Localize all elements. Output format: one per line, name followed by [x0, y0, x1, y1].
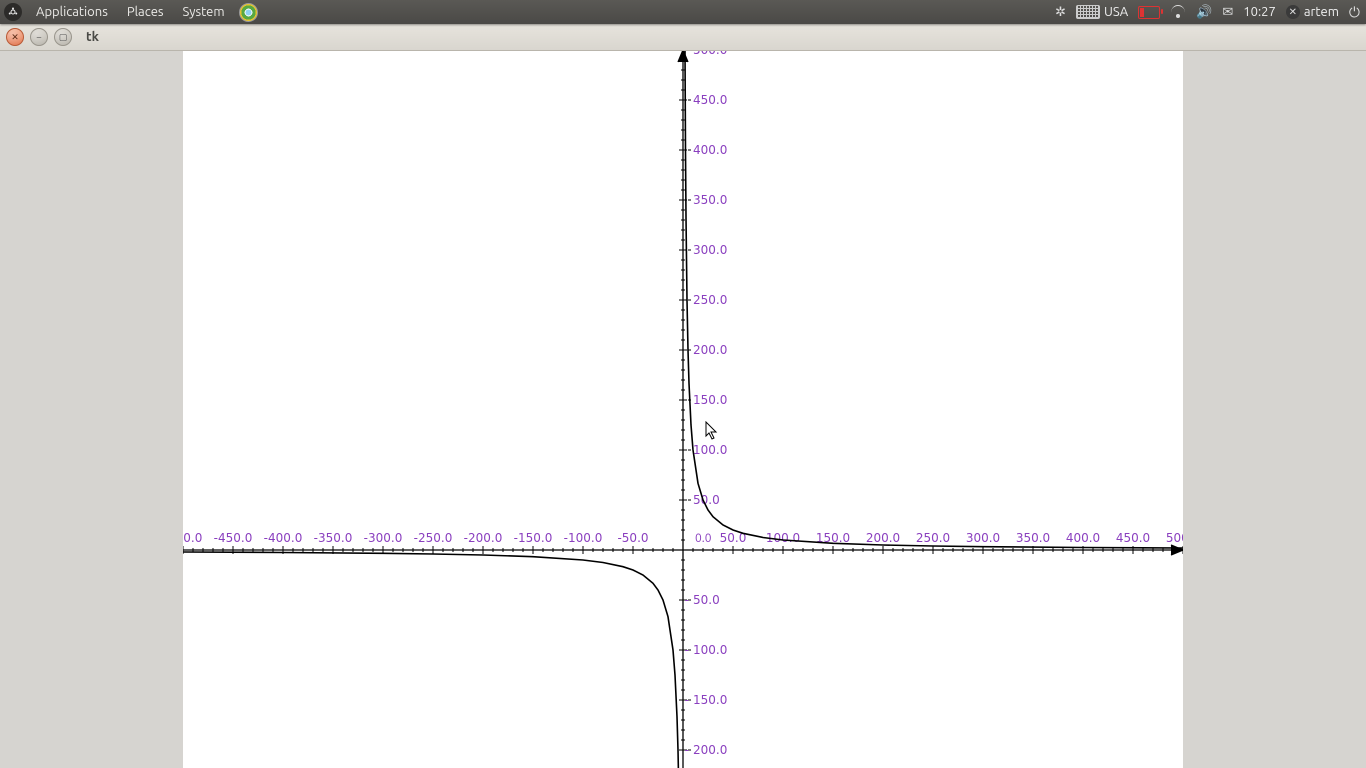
y-tick-label: 100.0: [693, 643, 727, 657]
x-tick-label: 450.0: [1116, 531, 1150, 545]
wifi-icon[interactable]: [1170, 6, 1186, 18]
y-tick-label: 400.0: [693, 143, 727, 157]
svg-text:-: -: [685, 643, 689, 657]
user-name: artem: [1304, 5, 1339, 19]
x-tick-label: -300.0: [364, 531, 403, 545]
y-tick-label: 100.0: [693, 443, 727, 457]
x-tick-label: 350.0: [1016, 531, 1050, 545]
plot-svg: -500.0-450.0-400.0-350.0-300.0-250.0-200…: [183, 50, 1183, 768]
svg-text:-: -: [685, 743, 689, 757]
x-tick-label: 400.0: [1066, 531, 1100, 545]
window-minimise-button[interactable]: –: [30, 28, 48, 46]
keyboard-icon: [1076, 5, 1100, 19]
bluetooth-icon[interactable]: ✲: [1055, 5, 1066, 20]
panel-menus: Applications Places System: [28, 5, 233, 19]
y-tick-label: 200.0: [693, 743, 727, 757]
user-badge-icon: ✕: [1286, 5, 1300, 19]
user-menu[interactable]: ✕ artem: [1286, 5, 1339, 19]
window-close-button[interactable]: ✕: [6, 28, 24, 46]
top-panel: Applications Places System ✲ USA 🔊 ✉ 10:…: [0, 0, 1366, 24]
x-tick-label: -100.0: [564, 531, 603, 545]
x-tick-label: -450.0: [214, 531, 253, 545]
menu-system[interactable]: System: [175, 5, 233, 19]
x-tick-label: 250.0: [916, 531, 950, 545]
system-tray: ✲ USA 🔊 ✉ 10:27 ✕ artem ⏻: [1055, 4, 1362, 21]
window-maximise-button[interactable]: ▢: [54, 28, 72, 46]
battery-icon[interactable]: [1138, 6, 1160, 19]
x-tick-label: -350.0: [314, 531, 353, 545]
y-tick-label: 150.0: [693, 693, 727, 707]
keyboard-layout-label: USA: [1104, 5, 1128, 19]
ubuntu-logo-icon[interactable]: [4, 3, 22, 21]
x-tick-label: -50.0: [617, 531, 648, 545]
volume-icon[interactable]: 🔊: [1196, 5, 1212, 20]
x-tick-label: -500.0: [183, 531, 202, 545]
y-tick-label: 450.0: [693, 93, 727, 107]
y-tick-label: 300.0: [693, 243, 727, 257]
svg-text:-: -: [685, 593, 689, 607]
chromium-launcher-icon[interactable]: [239, 3, 258, 22]
y-tick-label: 50.0: [693, 593, 720, 607]
desktop-background: -500.0-450.0-400.0-350.0-300.0-250.0-200…: [0, 50, 1366, 768]
x-tick-label: 500.0: [1166, 531, 1183, 545]
y-tick-label: 250.0: [693, 293, 727, 307]
keyboard-layout-indicator[interactable]: USA: [1076, 5, 1128, 19]
menu-applications[interactable]: Applications: [28, 5, 116, 19]
y-tick-label: 500.0: [693, 50, 727, 57]
plot-canvas: -500.0-450.0-400.0-350.0-300.0-250.0-200…: [183, 50, 1183, 768]
svg-text:-: -: [685, 693, 689, 707]
mail-icon[interactable]: ✉: [1222, 5, 1233, 20]
clock[interactable]: 10:27: [1243, 5, 1276, 19]
x-tick-label: 300.0: [966, 531, 1000, 545]
y-tick-label: 200.0: [693, 343, 727, 357]
origin-label: 0.0: [695, 532, 712, 545]
y-tick-label: 50.0: [693, 493, 720, 507]
curve-positive-branch: [685, 50, 1183, 548]
window-title: tk: [86, 30, 99, 44]
curve-negative-branch: [183, 552, 681, 768]
menu-places[interactable]: Places: [119, 5, 172, 19]
x-tick-label: -400.0: [264, 531, 303, 545]
y-tick-label: 350.0: [693, 193, 727, 207]
power-icon[interactable]: ⏻: [1349, 4, 1360, 21]
x-tick-label: -250.0: [414, 531, 453, 545]
x-tick-label: 200.0: [866, 531, 900, 545]
y-tick-label: 150.0: [693, 393, 727, 407]
x-tick-label: -150.0: [514, 531, 553, 545]
x-tick-label: -200.0: [464, 531, 503, 545]
window-titlebar[interactable]: ✕ – ▢ tk: [0, 24, 1366, 51]
